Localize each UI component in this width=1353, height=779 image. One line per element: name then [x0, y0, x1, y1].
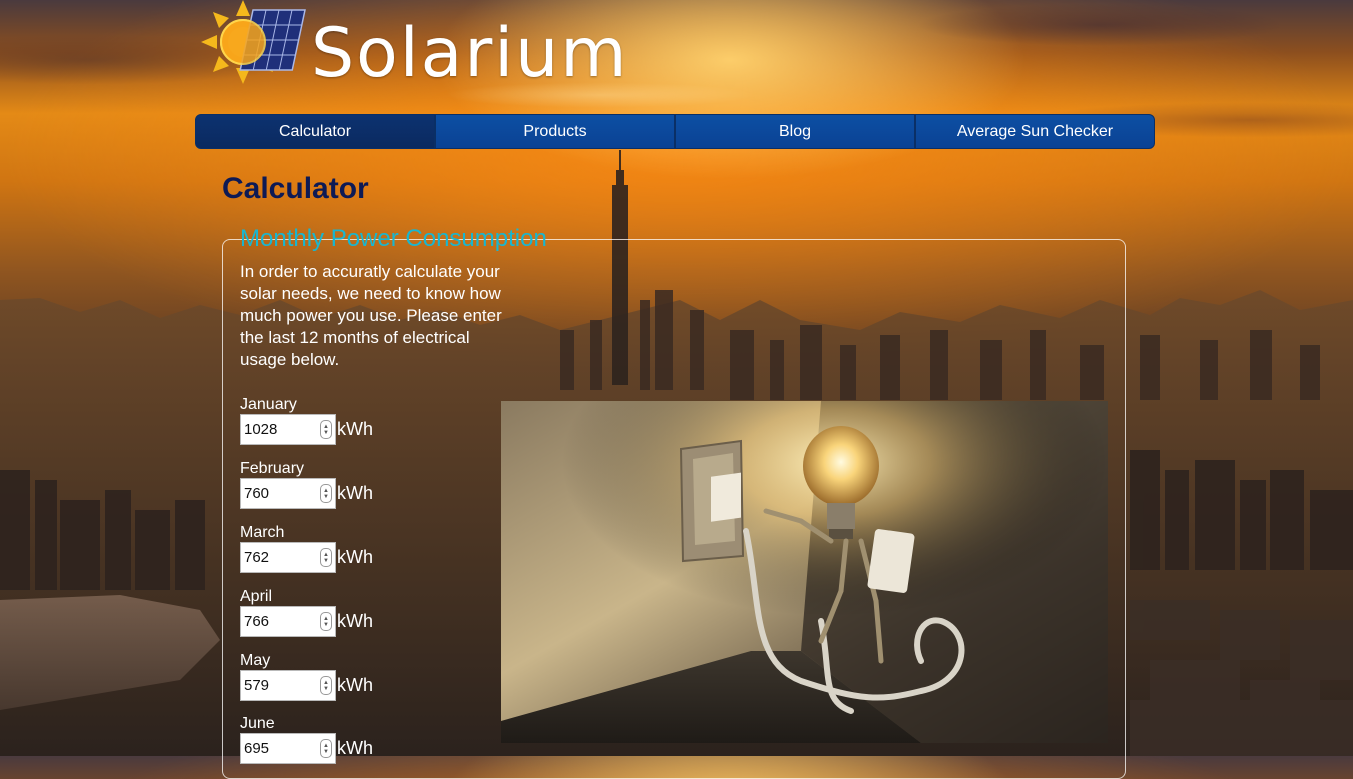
- lightbulb-illustration: [501, 401, 1108, 743]
- month-label: March: [240, 524, 285, 541]
- month-label: February: [240, 460, 305, 477]
- month-field-april: April 766 ▲ ▼ kWh: [240, 588, 373, 637]
- nav-item-average-sun-checker[interactable]: Average Sun Checker: [915, 114, 1155, 149]
- may-kwh-input[interactable]: 579 ▲ ▼: [240, 670, 336, 701]
- nav-item-products[interactable]: Products: [435, 114, 675, 149]
- month-field-january: January 1028 ▲ ▼ kWh: [240, 396, 373, 445]
- brand-name: Solarium: [311, 14, 629, 93]
- month-field-march: March 762 ▲ ▼ kWh: [240, 524, 373, 573]
- month-label: May: [240, 652, 271, 669]
- intro-text: In order to accuratly calculate your sol…: [240, 262, 502, 369]
- unit-label: kWh: [337, 675, 373, 695]
- month-field-june: June 695 ▲ ▼ kWh: [240, 715, 373, 764]
- unit-label: kWh: [337, 483, 373, 503]
- input-value: 579: [244, 677, 270, 694]
- spin-arrows-icon[interactable]: ▲ ▼: [320, 739, 332, 758]
- unit-label: kWh: [337, 547, 373, 567]
- february-kwh-input[interactable]: 760 ▲ ▼: [240, 478, 336, 509]
- unit-label: kWh: [337, 419, 373, 439]
- main-nav: Calculator Products Blog Average Sun Che…: [195, 114, 1155, 149]
- input-value: 695: [244, 740, 270, 757]
- spin-arrows-icon[interactable]: ▲ ▼: [320, 548, 332, 567]
- april-kwh-input[interactable]: 766 ▲ ▼: [240, 606, 336, 637]
- spin-arrows-icon[interactable]: ▲ ▼: [320, 484, 332, 503]
- month-field-february: February 760 ▲ ▼ kWh: [240, 460, 373, 509]
- input-value: 1028: [244, 421, 278, 438]
- month-label: April: [240, 588, 273, 605]
- input-value: 760: [244, 485, 270, 502]
- month-label: June: [240, 715, 275, 732]
- unit-label: kWh: [337, 611, 373, 631]
- june-kwh-input[interactable]: 695 ▲ ▼: [240, 733, 336, 764]
- spin-arrows-icon[interactable]: ▲ ▼: [320, 676, 332, 695]
- march-kwh-input[interactable]: 762 ▲ ▼: [240, 542, 336, 573]
- january-kwh-input[interactable]: 1028 ▲ ▼: [240, 414, 336, 445]
- fieldset-legend: Monthly Power Consumption: [240, 225, 547, 252]
- spin-arrows-icon[interactable]: ▲ ▼: [320, 612, 332, 631]
- spin-arrows-icon[interactable]: ▲ ▼: [320, 420, 332, 439]
- input-value: 762: [244, 549, 270, 566]
- lightbulb-robot-image: [501, 401, 1108, 743]
- sun-solar-panel-icon: [201, 0, 306, 84]
- brand-logo[interactable]: Solarium: [193, 0, 633, 95]
- nav-item-calculator[interactable]: Calculator: [195, 114, 435, 149]
- month-label: January: [240, 396, 297, 413]
- input-value: 766: [244, 613, 270, 630]
- month-field-may: May 579 ▲ ▼ kWh: [240, 652, 373, 701]
- nav-item-blog[interactable]: Blog: [675, 114, 915, 149]
- page-title: Calculator: [222, 172, 369, 205]
